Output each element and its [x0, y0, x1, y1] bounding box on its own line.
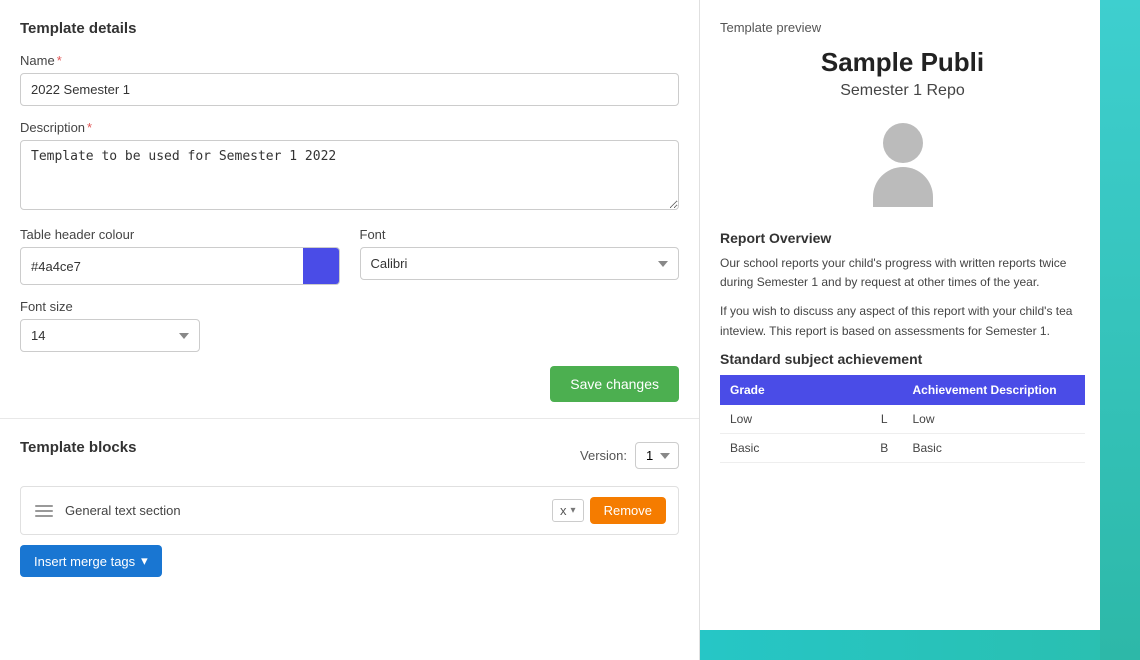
avatar-icon	[863, 120, 943, 210]
cell-desc: Low	[903, 405, 1086, 434]
cell-grade: Basic	[720, 433, 866, 462]
table-header-code	[866, 375, 903, 405]
report-overview-title: Report Overview	[720, 230, 1085, 246]
font-label: Font	[360, 227, 680, 242]
description-label: Description*	[20, 120, 679, 135]
font-size-select[interactable]: 14 10 12 16 18	[20, 319, 200, 352]
block-item-label: General text section	[65, 503, 542, 518]
colour-label: Table header colour	[20, 227, 340, 242]
font-col: Font Calibri Arial Times New Roman	[360, 227, 680, 299]
drag-line-3	[35, 515, 53, 517]
left-panel: Template details Name* Description* Tabl…	[0, 0, 700, 660]
colour-font-row: Table header colour Font Calibri Arial T…	[20, 227, 679, 299]
achievement-table: Grade Achievement Description Low L Low …	[720, 375, 1085, 463]
colour-swatch[interactable]	[303, 248, 339, 284]
cell-desc: Basic	[903, 433, 1086, 462]
preview-content: Template preview Sample Publi Semester 1…	[700, 0, 1140, 660]
cell-code: B	[866, 433, 903, 462]
remove-button[interactable]: Remove	[590, 497, 666, 524]
block-item: General text section x ▾ Remove	[20, 486, 679, 535]
font-group: Font Calibri Arial Times New Roman	[360, 227, 680, 280]
template-blocks-section: Template blocks Version: 1 2 3 General t…	[0, 419, 699, 660]
font-size-label: Font size	[20, 299, 679, 314]
template-details-title: Template details	[20, 20, 679, 37]
bottom-teal-bar	[700, 630, 1140, 660]
version-wrapper: Version: 1 2 3	[580, 442, 679, 469]
drag-line-1	[35, 505, 53, 507]
block-x-button[interactable]: x ▾	[552, 499, 584, 522]
preview-title: Template preview	[720, 20, 1085, 35]
insert-merge-tags-button[interactable]: Insert merge tags ▾	[20, 545, 162, 577]
blocks-header: Template blocks Version: 1 2 3	[20, 439, 679, 472]
template-details-section: Template details Name* Description* Tabl…	[0, 0, 699, 419]
name-group: Name*	[20, 53, 679, 106]
cell-grade: Low	[720, 405, 866, 434]
report-overview-text2: If you wish to discuss any aspect of thi…	[720, 302, 1085, 340]
description-textarea[interactable]	[20, 140, 679, 210]
table-row: Low L Low	[720, 405, 1085, 434]
right-panel: Template preview Sample Publi Semester 1…	[700, 0, 1140, 660]
table-header-desc: Achievement Description	[903, 375, 1086, 405]
template-blocks-title: Template blocks	[20, 439, 136, 456]
block-actions: x ▾ Remove	[552, 497, 666, 524]
version-select[interactable]: 1 2 3	[635, 442, 679, 469]
avatar-body	[873, 167, 933, 207]
avatar-head	[883, 123, 923, 163]
colour-group: Table header colour	[20, 227, 340, 285]
font-size-group: Font size 14 10 12 16 18	[20, 299, 679, 352]
font-select[interactable]: Calibri Arial Times New Roman	[360, 247, 680, 280]
report-overview-text1: Our school reports your child's progress…	[720, 254, 1085, 292]
name-input[interactable]	[20, 73, 679, 106]
insert-row: Insert merge tags ▾	[20, 545, 679, 577]
standard-subject-title: Standard subject achievement	[720, 351, 1085, 367]
table-header-grade: Grade	[720, 375, 866, 405]
chevron-down-icon: ▾	[141, 553, 148, 569]
colour-col: Table header colour	[20, 227, 340, 299]
save-btn-row: Save changes	[20, 366, 679, 402]
chevron-down-icon: ▾	[571, 505, 576, 516]
colour-text-input[interactable]	[21, 251, 303, 282]
save-button[interactable]: Save changes	[550, 366, 679, 402]
school-name: Sample Publi	[720, 47, 1085, 78]
table-row: Basic B Basic	[720, 433, 1085, 462]
name-label: Name*	[20, 53, 679, 68]
drag-handle[interactable]	[33, 503, 55, 519]
report-title: Semester 1 Repo	[720, 82, 1085, 100]
cell-code: L	[866, 405, 903, 434]
drag-line-2	[35, 510, 53, 512]
colour-input-wrapper	[20, 247, 340, 285]
version-label: Version:	[580, 448, 627, 463]
description-group: Description*	[20, 120, 679, 213]
avatar	[720, 120, 1085, 210]
